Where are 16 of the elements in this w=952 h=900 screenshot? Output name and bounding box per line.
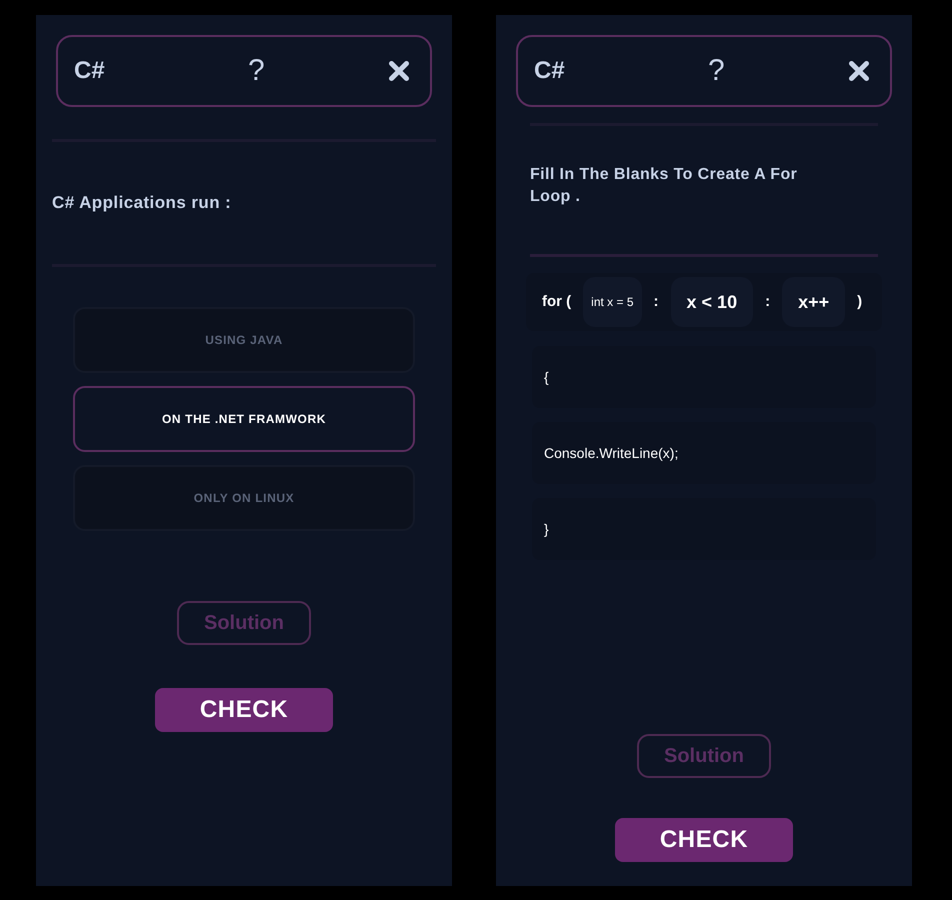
code-blank[interactable]: x < 10 bbox=[670, 277, 754, 327]
question-text: C# Applications run : bbox=[52, 192, 232, 214]
help-button[interactable]: ? bbox=[224, 53, 265, 89]
code-token: : bbox=[654, 292, 659, 312]
question-text: Fill In The Blanks To Create A For Loop . bbox=[530, 165, 798, 207]
course-title: C# bbox=[74, 56, 105, 86]
check-button[interactable]: CHECK bbox=[615, 818, 793, 862]
code-blank[interactable]: int x = 5 bbox=[583, 277, 642, 327]
answer-option[interactable]: ON THE .NET FRAMWORK bbox=[73, 386, 415, 452]
code-token: for ( bbox=[542, 292, 572, 312]
code-blank[interactable]: x++ bbox=[782, 277, 846, 327]
code-token: ) bbox=[857, 292, 862, 312]
check-button[interactable]: CHECK bbox=[155, 688, 333, 732]
help-button[interactable]: ? bbox=[684, 53, 725, 89]
course-title: C# bbox=[534, 56, 565, 86]
code-token: : bbox=[765, 292, 770, 312]
